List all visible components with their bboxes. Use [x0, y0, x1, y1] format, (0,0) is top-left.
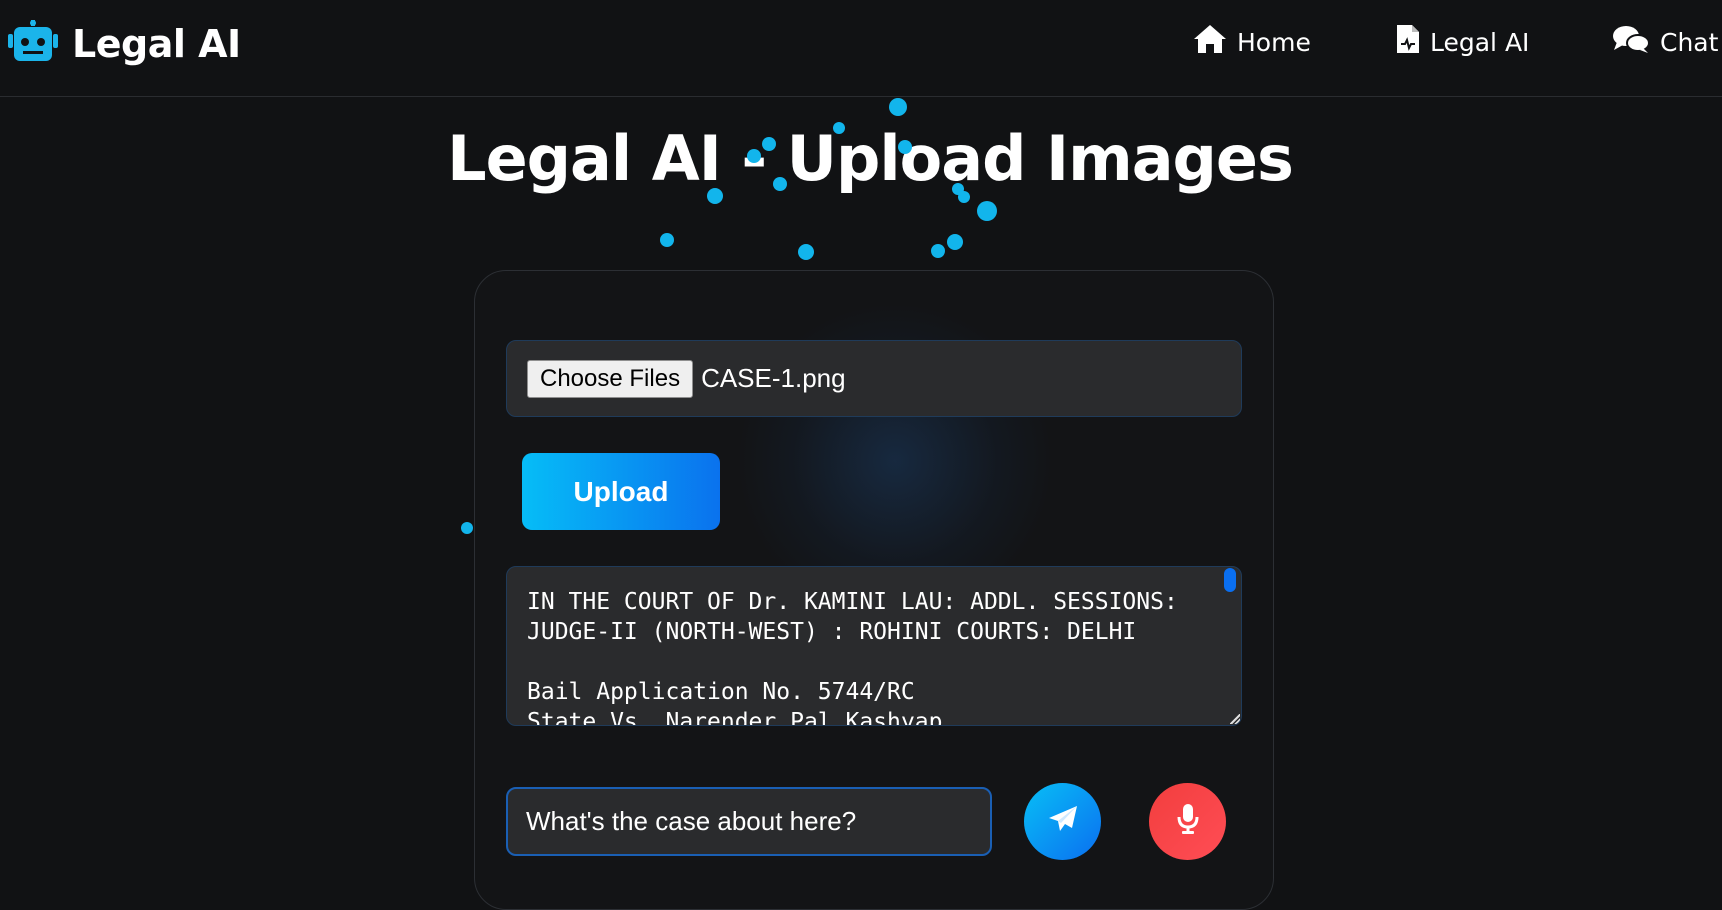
upload-button[interactable]: Upload	[522, 453, 720, 530]
extracted-text: IN THE COURT OF Dr. KAMINI LAU: ADDL. SE…	[527, 589, 1178, 726]
chat-bubbles-icon	[1612, 24, 1650, 60]
scrollbar-thumb[interactable]	[1224, 568, 1236, 592]
brand-name: Legal AI	[72, 21, 241, 66]
home-icon	[1193, 24, 1227, 60]
question-input[interactable]	[506, 787, 992, 856]
paper-plane-icon	[1047, 804, 1079, 839]
navbar: Legal AI Home Legal AI Chat	[0, 0, 1722, 97]
nav-chat-label: Chat	[1660, 27, 1719, 57]
nav-chat[interactable]: Chat	[1612, 24, 1718, 60]
choose-files-button[interactable]: Choose Files	[527, 359, 694, 398]
document-icon	[1396, 24, 1420, 60]
nav-legal-ai-label: Legal AI	[1430, 27, 1530, 57]
nav-home-label: Home	[1237, 27, 1311, 57]
microphone-icon	[1177, 803, 1199, 840]
extracted-text-area[interactable]: IN THE COURT OF Dr. KAMINI LAU: ADDL. SE…	[506, 566, 1242, 726]
microphone-button[interactable]	[1149, 783, 1226, 860]
robot-icon	[8, 20, 58, 67]
nav-legal-ai[interactable]: Legal AI	[1396, 24, 1529, 60]
resize-handle-icon[interactable]	[1230, 714, 1240, 724]
send-button[interactable]	[1024, 783, 1101, 860]
file-input[interactable]: Choose Files CASE-1.png	[506, 340, 1242, 417]
nav-home[interactable]: Home	[1193, 24, 1311, 60]
page-title: Legal AI - Upload Images	[447, 122, 1294, 195]
brand[interactable]: Legal AI	[8, 20, 241, 67]
selected-file-name: CASE-1.png	[701, 363, 846, 393]
